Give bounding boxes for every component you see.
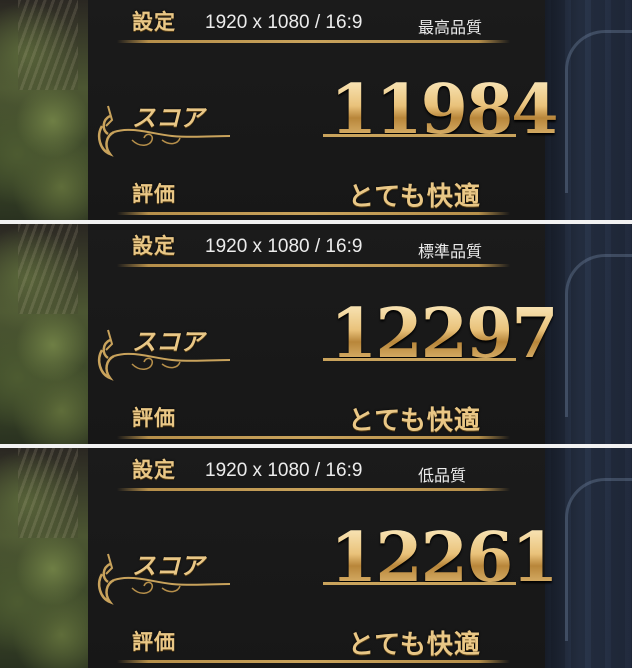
score-label: スコア <box>132 552 204 580</box>
evaluation-label: 評価 <box>132 182 176 206</box>
evaluation-label: 評価 <box>132 630 176 654</box>
benchmark-result-panel: 設定 1920 x 1080 / 16:9 低品質 スコア 12261 評価 と… <box>0 448 632 668</box>
evaluation-value: とても快適 <box>348 406 481 436</box>
divider-line <box>117 436 510 439</box>
quality-value: 低品質 <box>418 466 467 485</box>
architecture-background <box>545 448 632 668</box>
score-label: スコア <box>132 104 204 132</box>
resolution-value: 1920 x 1080 / 16:9 <box>205 12 363 33</box>
divider-line <box>117 488 510 491</box>
resolution-value: 1920 x 1080 / 16:9 <box>205 460 363 481</box>
setting-label: 設定 <box>132 10 176 34</box>
divider-line <box>117 660 510 663</box>
quality-value: 最高品質 <box>418 18 483 37</box>
benchmark-result-panel: 設定 1920 x 1080 / 16:9 標準品質 スコア 12297 評価 … <box>0 224 632 444</box>
architecture-background <box>545 224 632 444</box>
score-value: 12297 <box>330 294 559 374</box>
evaluation-value: とても快適 <box>348 630 481 660</box>
foliage-background <box>0 0 88 220</box>
evaluation-label: 評価 <box>132 406 176 430</box>
divider-line <box>117 264 510 267</box>
setting-label: 設定 <box>132 458 176 482</box>
evaluation-value: とても快適 <box>348 182 481 212</box>
resolution-value: 1920 x 1080 / 16:9 <box>205 236 363 257</box>
architecture-background <box>545 0 632 220</box>
quality-value: 標準品質 <box>418 242 483 261</box>
foliage-background <box>0 224 88 444</box>
divider-line <box>117 212 510 215</box>
benchmark-result-panel: 設定 1920 x 1080 / 16:9 最高品質 スコア 11984 評価 … <box>0 0 632 220</box>
score-underline <box>323 358 516 361</box>
score-underline <box>323 134 516 137</box>
score-underline <box>323 582 516 585</box>
divider-line <box>117 40 510 43</box>
score-label: スコア <box>132 328 204 356</box>
score-value: 12261 <box>330 518 559 598</box>
score-value: 11984 <box>330 70 559 150</box>
foliage-background <box>0 448 88 668</box>
setting-label: 設定 <box>132 234 176 258</box>
